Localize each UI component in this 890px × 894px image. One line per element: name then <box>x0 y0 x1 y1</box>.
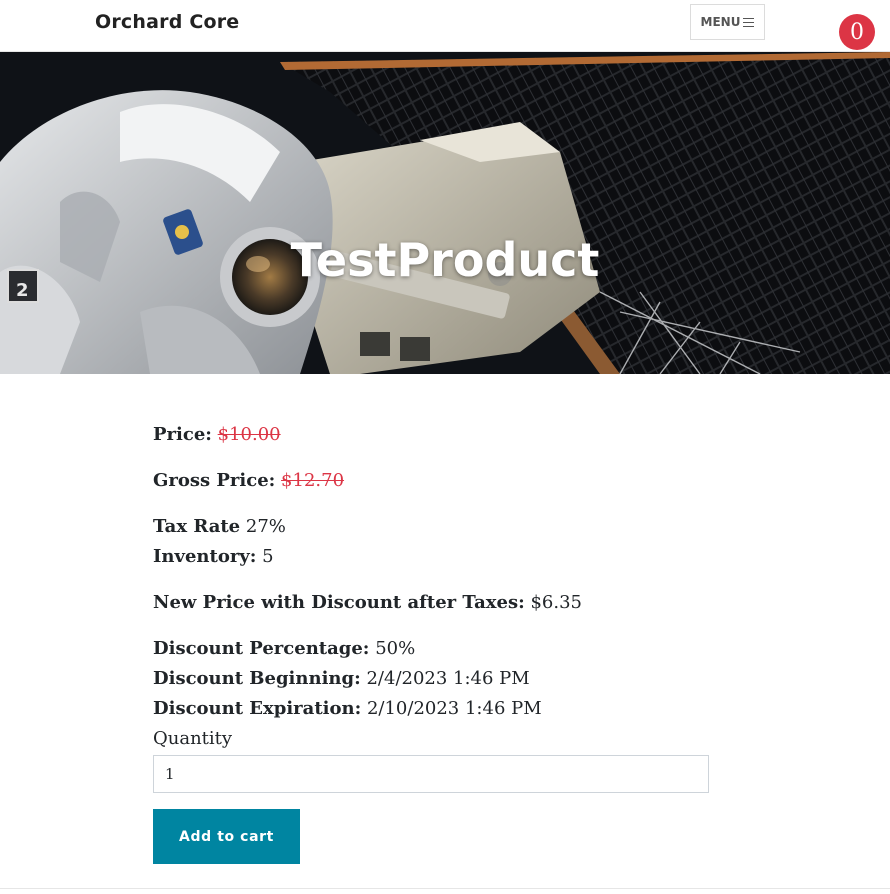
inventory-value: 5 <box>262 546 274 567</box>
inventory-label: Inventory: <box>153 546 257 567</box>
discount-expiration-value: 2/10/2023 1:46 PM <box>366 698 542 719</box>
quantity-input[interactable] <box>153 755 709 793</box>
discount-percentage-value: 50% <box>375 638 416 659</box>
footer-divider <box>0 888 890 889</box>
new-price-label: New Price with Discount after Taxes: <box>153 592 525 613</box>
discount-percentage-row: Discount Percentage: 50% <box>153 634 713 664</box>
hamburger-icon <box>743 17 755 27</box>
site-brand[interactable]: Orchard Core <box>95 11 239 33</box>
price-value: $10.00 <box>217 424 281 445</box>
quantity-label: Quantity <box>153 728 233 749</box>
discount-beginning-label: Discount Beginning: <box>153 668 361 689</box>
menu-label: MENU <box>700 15 741 29</box>
price-label: Price: <box>153 424 212 445</box>
product-details: Price: $10.00 Gross Price: $12.70 Tax Ra… <box>153 420 713 864</box>
menu-button[interactable]: MENU <box>690 4 765 40</box>
inventory-row: Inventory: 5 <box>153 542 713 572</box>
add-to-cart-button[interactable]: Add to cart <box>153 809 300 864</box>
new-price-value: $6.35 <box>530 592 582 613</box>
discount-expiration-label: Discount Expiration: <box>153 698 362 719</box>
new-price-row: New Price with Discount after Taxes: $6.… <box>153 588 713 618</box>
gross-price-label: Gross Price: <box>153 470 276 491</box>
page-title: TestProduct <box>290 233 600 287</box>
discount-percentage-label: Discount Percentage: <box>153 638 370 659</box>
discount-beginning-value: 2/4/2023 1:46 PM <box>366 668 530 689</box>
tax-rate-row: Tax Rate 27% <box>153 512 713 542</box>
cart-count-badge[interactable]: 0 <box>839 14 875 50</box>
gross-price-value: $12.70 <box>281 470 345 491</box>
tax-rate-label: Tax Rate <box>153 516 241 537</box>
astronaut-spacewalk-image: 2 <box>0 52 890 374</box>
discount-beginning-row: Discount Beginning: 2/4/2023 1:46 PM <box>153 664 713 694</box>
price-row: Price: $10.00 <box>153 420 713 450</box>
gross-price-row: Gross Price: $12.70 <box>153 466 713 496</box>
discount-expiration-row: Discount Expiration: 2/10/2023 1:46 PM <box>153 694 713 724</box>
navbar: Orchard Core MENU 0 <box>0 0 890 52</box>
hero-banner: 2 TestProduct <box>0 52 890 374</box>
tax-rate-value: 27% <box>245 516 286 537</box>
